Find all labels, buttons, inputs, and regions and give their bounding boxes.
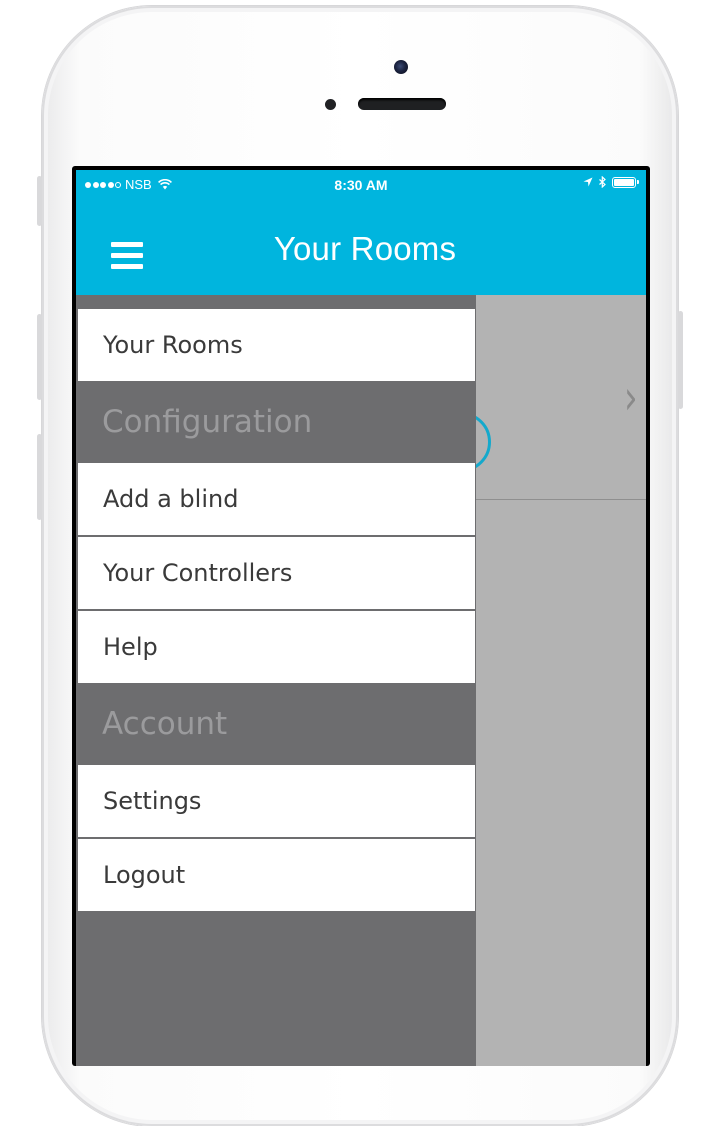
menu-item-your-controllers[interactable]: Your Controllers bbox=[78, 537, 475, 609]
front-camera bbox=[394, 60, 408, 74]
menu-item-help[interactable]: Help bbox=[78, 611, 475, 683]
volume-up-button bbox=[37, 314, 42, 400]
page-title: Your Rooms bbox=[273, 230, 457, 267]
volume-down-button bbox=[37, 434, 42, 520]
menu-item-label: Add a blind bbox=[103, 485, 239, 513]
menu-item-label: Your Rooms bbox=[103, 331, 243, 359]
side-drawer: Your Rooms Configuration Add a blind You… bbox=[76, 295, 476, 1066]
menu-item-label: Logout bbox=[103, 861, 186, 889]
section-header-label: Account bbox=[102, 706, 228, 742]
status-bar: NSB 8:30 AM bbox=[76, 170, 646, 198]
menu-item-settings[interactable]: Settings bbox=[78, 765, 475, 837]
menu-item-label: Help bbox=[103, 633, 158, 661]
chevron-right-icon[interactable]: › bbox=[624, 370, 638, 426]
battery-icon bbox=[612, 176, 639, 188]
menu-item-add-a-blind[interactable]: Add a blind bbox=[78, 463, 475, 535]
menu-item-label: Settings bbox=[103, 787, 202, 815]
menu-item-logout[interactable]: Logout bbox=[78, 839, 475, 911]
status-time: 8:30 AM bbox=[334, 177, 388, 193]
mute-switch bbox=[37, 176, 42, 226]
status-right bbox=[583, 176, 639, 188]
power-button bbox=[678, 311, 683, 409]
phone-screen: › NSB 8:30 AM Your Rooms Your Rooms Conf… bbox=[72, 166, 650, 1066]
menu-item-your-rooms[interactable]: Your Rooms bbox=[78, 309, 475, 381]
location-arrow-icon bbox=[583, 177, 593, 187]
bluetooth-icon bbox=[599, 176, 606, 188]
navigation-bar: NSB 8:30 AM Your Rooms bbox=[76, 170, 646, 295]
earpiece-speaker bbox=[358, 98, 446, 110]
proximity-sensor bbox=[325, 99, 336, 110]
section-header-account: Account bbox=[78, 684, 475, 764]
section-header-configuration: Configuration bbox=[78, 382, 475, 462]
menu-item-label: Your Controllers bbox=[103, 559, 293, 587]
app-display: › NSB 8:30 AM Your Rooms Your Rooms Conf… bbox=[76, 170, 646, 1066]
section-header-label: Configuration bbox=[102, 404, 313, 440]
